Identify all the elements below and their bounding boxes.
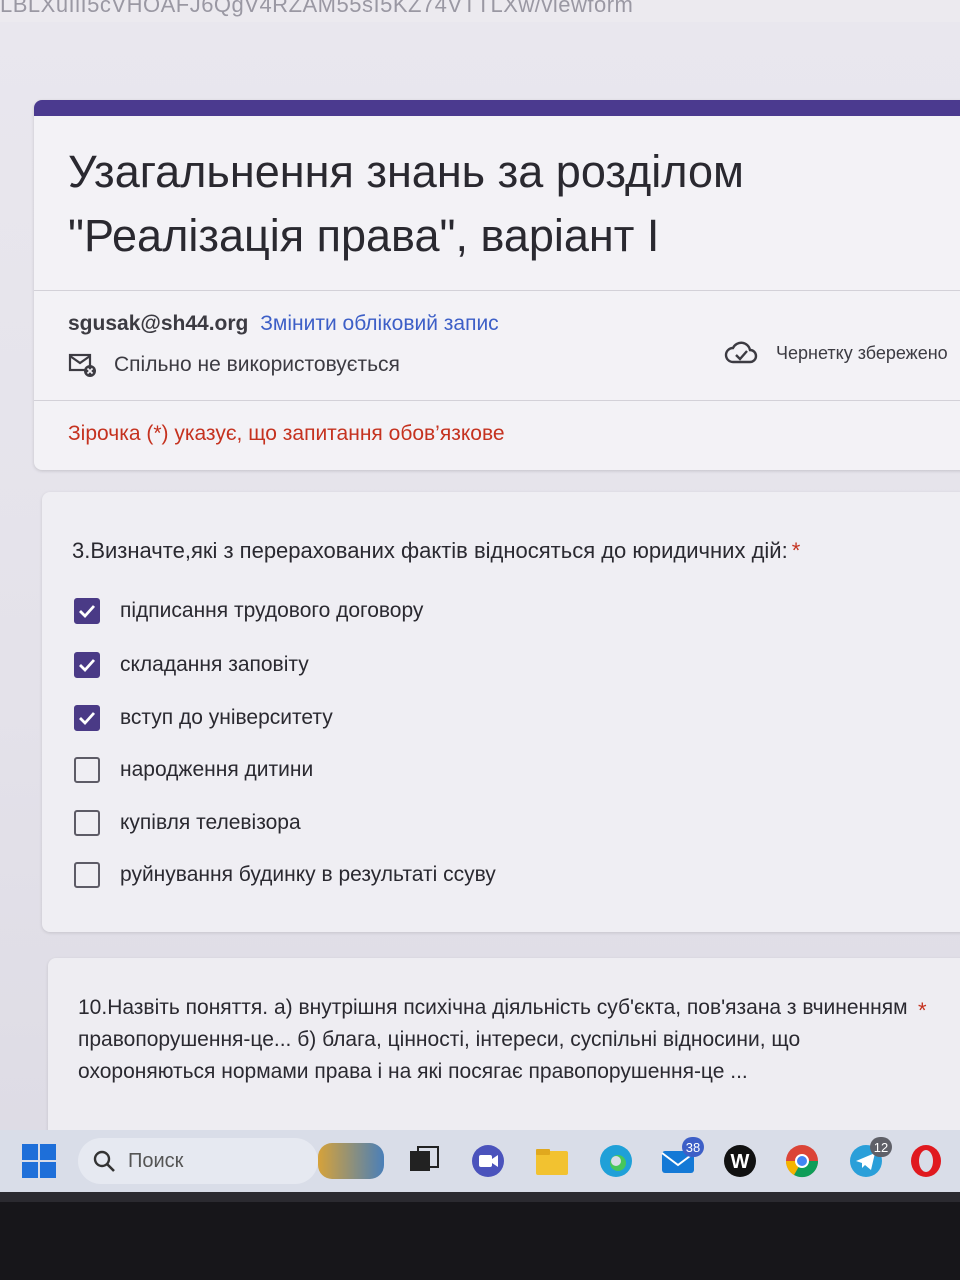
svg-text:W: W (731, 1151, 750, 1173)
question-text: 10.Назвіть поняття. а) внутрішня психічн… (78, 996, 908, 1083)
checkbox-option[interactable]: купівля телевізора (74, 810, 301, 836)
checkbox-checked[interactable] (74, 652, 100, 678)
taskbar-search[interactable]: Поиск (78, 1138, 318, 1184)
option-label: народження дитини (120, 758, 314, 781)
file-explorer-icon[interactable] (534, 1143, 570, 1179)
not-shared-label: Спільно не використовується (114, 353, 400, 376)
question-title: 3.Визначте,які з перерахованих фактів ві… (72, 538, 800, 564)
question-text: 3.Визначте,які з перерахованих фактів ві… (72, 538, 788, 563)
windows-taskbar: Поиск 38 W 12 (0, 1130, 960, 1192)
browser-url-bar[interactable]: LBLXuIlI5cVHOAFJ6QgV4RZAM55sI5KZ74VTTLXw… (0, 0, 960, 22)
checkmark-icon (79, 605, 96, 619)
checkbox-option[interactable]: народження дитини (74, 757, 313, 783)
edge-browser-icon[interactable] (598, 1143, 634, 1179)
checkbox-option[interactable]: руйнування будинку в результаті ссуву (74, 862, 496, 888)
opera-browser-icon[interactable] (908, 1143, 944, 1179)
required-asterisk: * (791, 538, 801, 563)
form-title: Узагальнення знань за розділом "Реалізац… (68, 146, 744, 261)
checkbox-checked[interactable] (74, 598, 100, 624)
option-label: складання заповіту (120, 653, 309, 676)
not-shared-row: Спільно не використовується (68, 352, 400, 378)
divider (34, 400, 960, 401)
mail-icon[interactable]: 38 (660, 1137, 704, 1179)
option-label: підписання трудового договору (120, 599, 424, 622)
checkbox-option[interactable]: складання заповіту (74, 652, 309, 678)
option-label: купівля телевізора (120, 811, 301, 834)
switch-account-link[interactable]: Змінити обліковий запис (260, 312, 498, 335)
account-email: sgusak@sh44.org (68, 312, 249, 335)
word-app-icon[interactable]: W (722, 1143, 758, 1179)
form-header-card: Узагальнення знань за розділом "Реалізац… (34, 100, 960, 470)
widgets-icon[interactable] (318, 1143, 384, 1179)
telegram-badge: 12 (870, 1137, 892, 1157)
monitor-bezel (0, 1192, 960, 1280)
draft-status: Чернетку збережено (724, 340, 948, 366)
chrome-browser-icon[interactable] (784, 1143, 820, 1179)
required-asterisk: * (918, 998, 927, 1023)
divider (34, 290, 960, 291)
mail-badge: 38 (682, 1137, 704, 1157)
checkmark-icon (79, 712, 96, 726)
windows-start-icon[interactable] (22, 1144, 56, 1178)
search-placeholder: Поиск (128, 1149, 184, 1172)
checkbox-unchecked[interactable] (74, 757, 100, 783)
checkbox-option[interactable]: підписання трудового договору (74, 598, 423, 624)
header-accent-bar (34, 100, 960, 116)
task-view-icon[interactable] (406, 1143, 442, 1179)
checkbox-unchecked[interactable] (74, 862, 100, 888)
option-label: руйнування будинку в результаті ссуву (120, 863, 496, 886)
draft-saved-label: Чернетку збережено (776, 342, 948, 363)
monitor-bezel-edge (0, 1192, 960, 1202)
video-chat-icon[interactable] (470, 1143, 506, 1179)
checkbox-checked[interactable] (74, 705, 100, 731)
mail-not-shared-icon (68, 353, 96, 377)
checkmark-icon (79, 659, 96, 673)
search-icon (93, 1150, 115, 1172)
account-row: sgusak@sh44.org Змінити обліковий запис (68, 312, 499, 336)
checkbox-option[interactable]: вступ до університету (74, 705, 333, 731)
url-text: LBLXuIlI5cVHOAFJ6QgV4RZAM55sI5KZ74VTTLXw… (0, 0, 634, 17)
cloud-check-icon (724, 341, 758, 364)
required-note: Зірочка (*) указує, що запитання обов’яз… (68, 422, 505, 445)
telegram-icon[interactable]: 12 (848, 1137, 892, 1179)
question-card: 3.Визначте,які з перерахованих фактів ві… (42, 492, 960, 932)
checkbox-unchecked[interactable] (74, 810, 100, 836)
question-card: 10.Назвіть поняття. а) внутрішня психічн… (48, 958, 960, 1158)
option-label: вступ до університету (120, 706, 333, 729)
